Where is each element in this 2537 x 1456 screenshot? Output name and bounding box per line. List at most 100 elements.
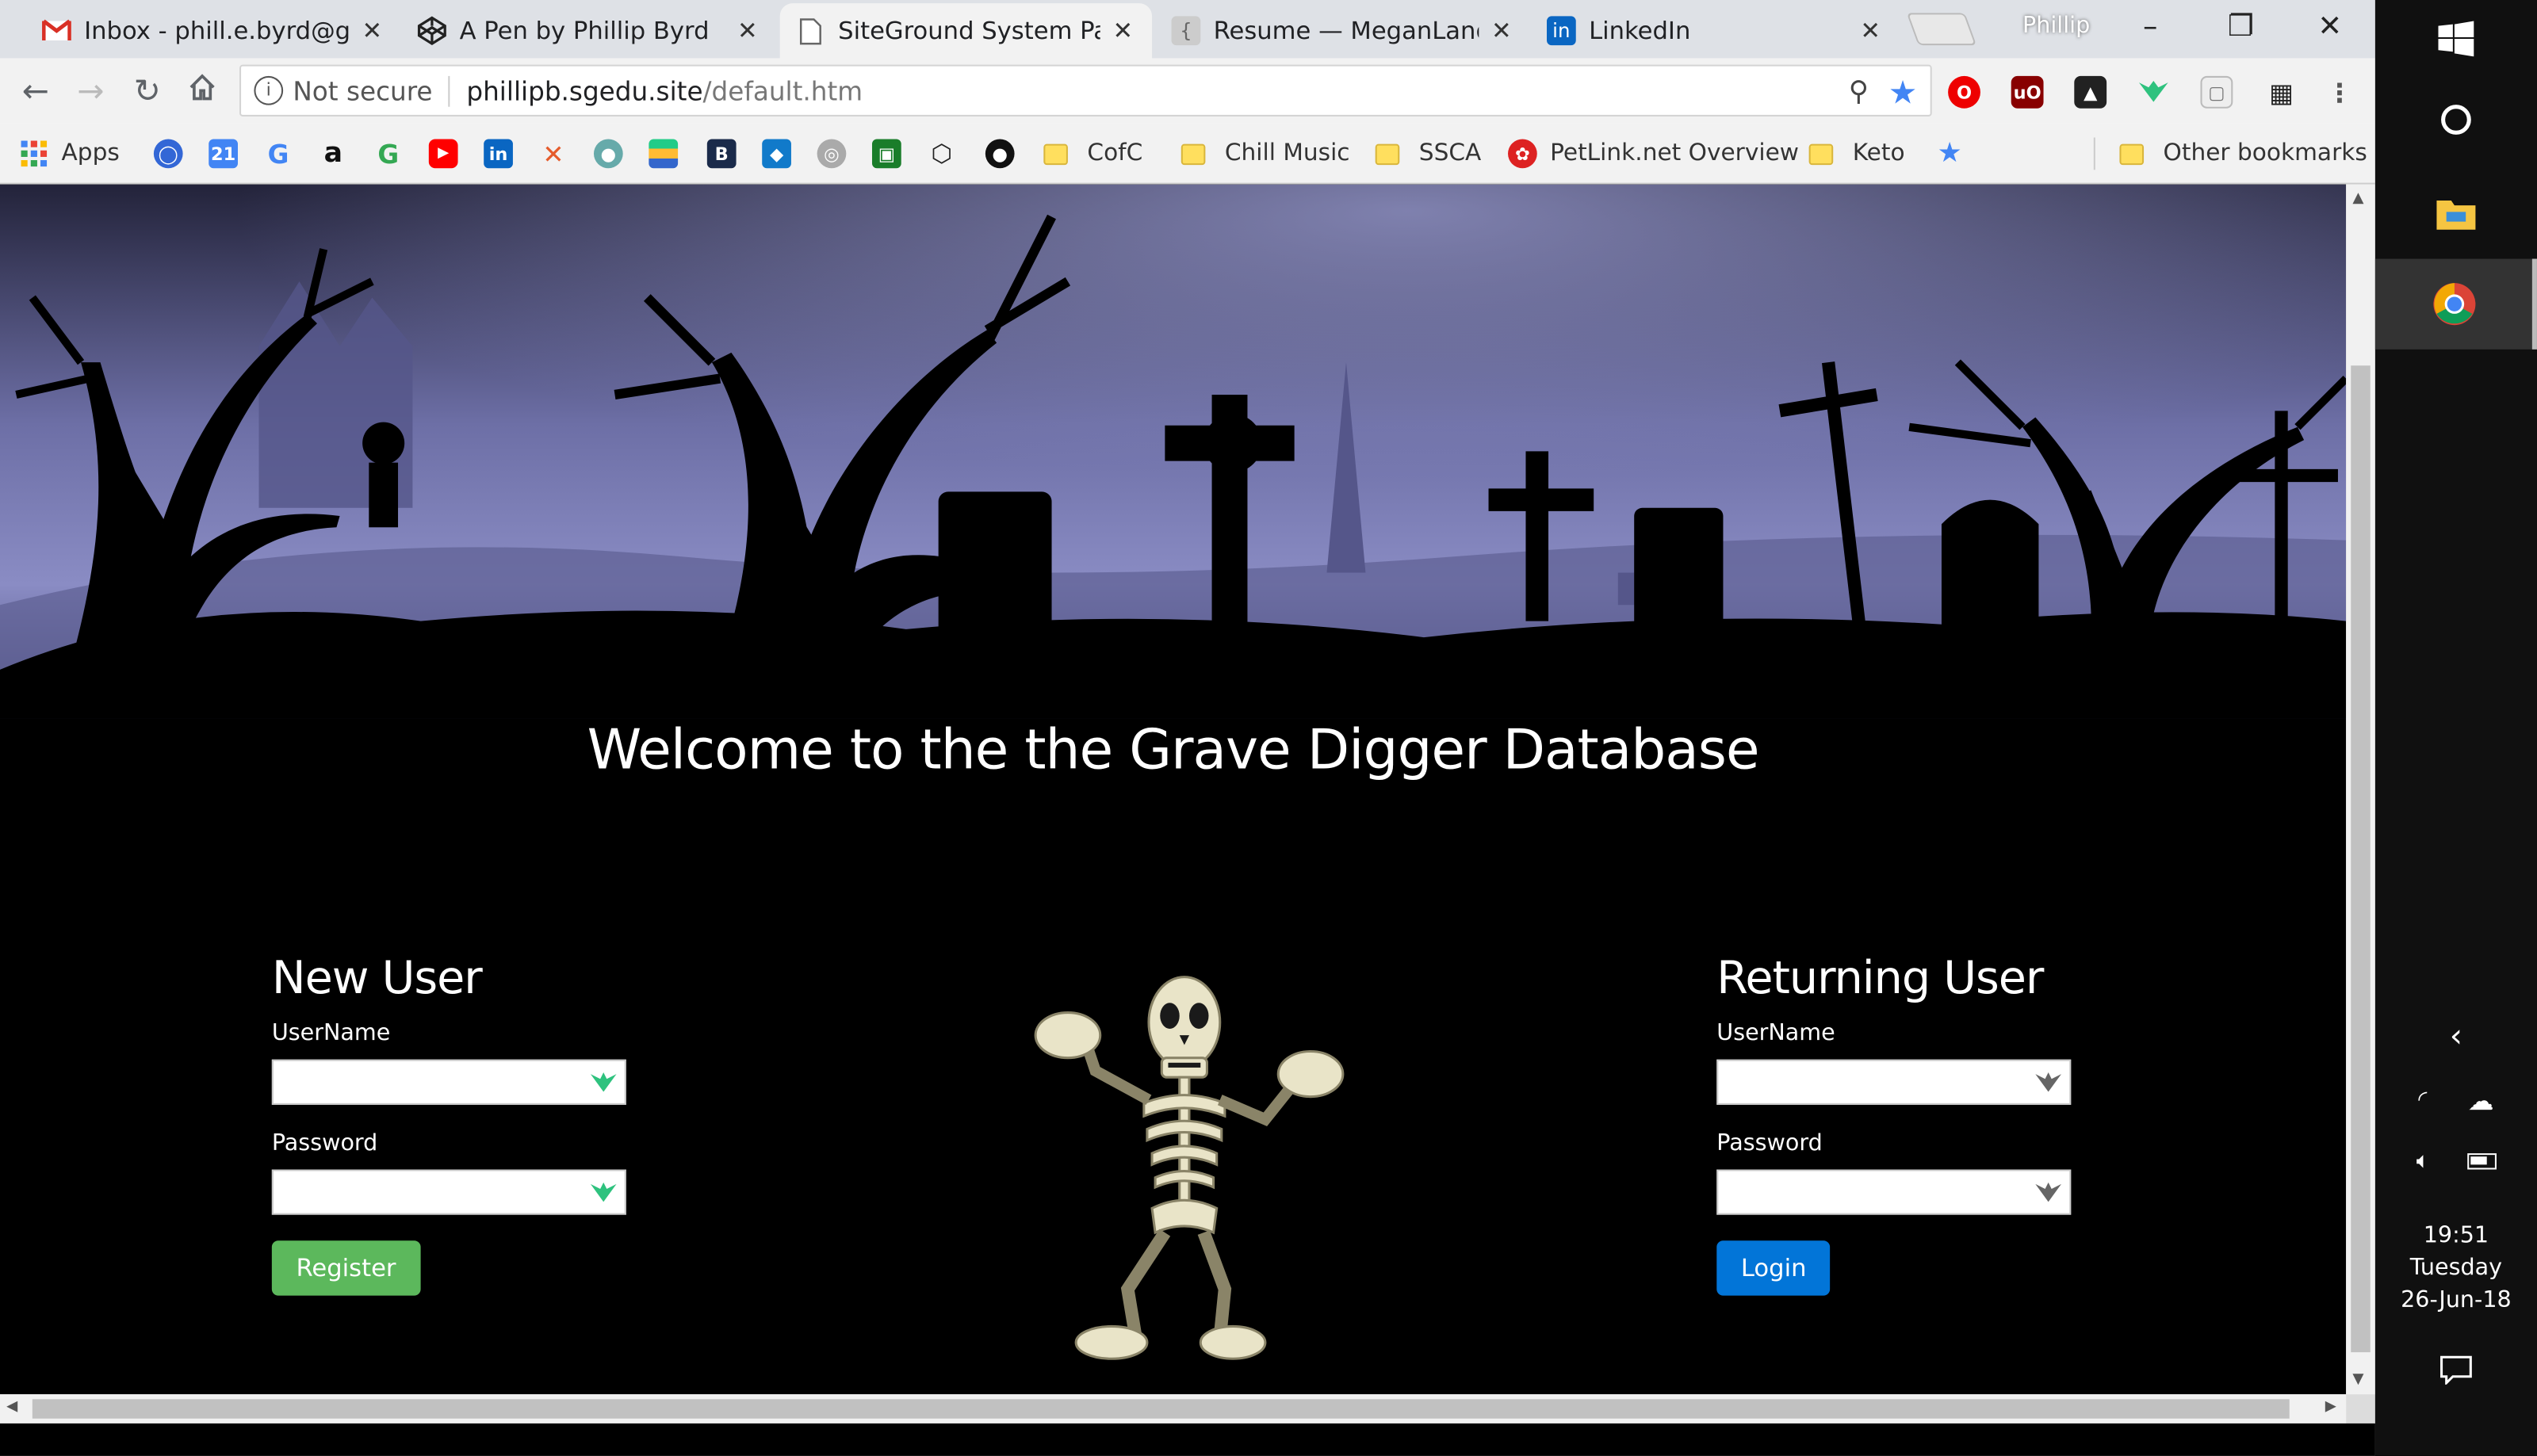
bookmark-folder-chill-music[interactable]: Chill Music [1180,139,1350,169]
clock-time[interactable]: 19:51 [2375,1220,2537,1252]
wifi-icon[interactable]: ◜ [2418,1087,2427,1113]
bookmark-b[interactable]: B [706,139,749,169]
scrollbar-thumb[interactable] [32,1399,2290,1419]
username-label: UserName [271,1020,391,1047]
password-manager-icon[interactable] [2035,1181,2061,1204]
linkedin-icon: in [484,139,513,169]
bookmark-label: CofC [1087,140,1143,167]
tab-title: Inbox - phill.e.byrd@gma [84,16,350,46]
menu-icon[interactable]: ⋮ [2324,76,2356,109]
register-username-field [271,1059,626,1105]
tab-title: SiteGround System Page [838,16,1100,46]
reload-icon[interactable]: ↻ [128,73,166,109]
new-tab-button[interactable] [1906,13,1977,46]
forward-icon[interactable]: → [71,73,110,109]
home-icon[interactable] [183,73,222,109]
grid-icon[interactable]: ▦ [2265,76,2298,109]
register-password-input[interactable] [271,1169,626,1215]
wings-icon[interactable] [2137,76,2170,109]
vertical-scrollbar[interactable]: ▲ ▼ [2346,184,2375,1395]
tab-codepen[interactable]: A Pen by Phillip Byrd ✕ [401,3,776,58]
bookmark-github[interactable]: ● [985,139,1027,169]
bookmark-google-1[interactable]: G [264,138,306,169]
bookmark-x[interactable]: ✕ [539,138,581,169]
close-icon[interactable]: ✕ [1858,16,1884,45]
extension-icon[interactable]: ▲ [2074,75,2107,109]
bookmark-other[interactable]: Other bookmarks [2119,139,2367,169]
bookmark-star[interactable]: ★ [1935,137,1977,170]
bookmark-folder-cofc[interactable]: CofC [1043,139,1142,169]
file-explorer-icon[interactable] [2375,178,2537,249]
scroll-up-icon[interactable]: ▲ [2352,191,2363,207]
bookmark-circle[interactable]: ◯ [153,139,196,169]
windows-start-icon[interactable] [2375,10,2537,67]
register-button[interactable]: Register [271,1240,421,1296]
address-bar[interactable]: i Not secure phillipb.sgedu.site /defaul… [239,64,1932,117]
close-icon[interactable]: ✕ [735,16,761,45]
restore-icon[interactable]: ❐ [2217,10,2265,45]
bookmark-amazon[interactable]: a [319,137,361,170]
clock-day[interactable]: Tuesday [2375,1252,2537,1285]
cortana-icon[interactable] [2375,90,2537,148]
scroll-right-icon[interactable]: ▶ [2325,1399,2336,1415]
bookmark-chase[interactable]: ◆ [762,139,804,169]
tab-linkedin[interactable]: in LinkedIn ✕ [1531,3,1900,58]
zoom-icon[interactable]: ⚲ [1849,76,1869,109]
battery-icon[interactable] [2466,1153,2497,1170]
bookmark-globe[interactable]: ● [593,139,636,169]
scrollbar-thumb[interactable] [2351,365,2371,1353]
chrome-taskbar-icon[interactable] [2374,258,2537,350]
bookmark-calendar[interactable]: 21 [209,139,251,169]
login-username-field [1716,1059,2072,1105]
bookmark-petlink[interactable]: ✿ PetLink.net Overview [1508,139,1799,169]
bookmark-terminal[interactable]: ▣ [871,139,914,169]
calendar-icon: 21 [209,139,238,169]
tab-resume[interactable]: { Resume — MeganLanda ✕ [1155,3,1530,58]
tab-siteground[interactable]: SiteGround System Page ✕ [779,3,1153,59]
pocket-icon[interactable]: ▢ [2200,75,2233,109]
window-user-badge[interactable]: Phillip [2022,13,2090,39]
login-password-input[interactable] [1716,1169,2072,1215]
password-manager-icon[interactable] [590,1181,617,1204]
bookmark-linkedin[interactable]: in [484,139,526,169]
circle-icon: ◯ [153,139,183,169]
register-username-input[interactable] [271,1059,626,1105]
bookmark-youtube[interactable]: ▶ [428,139,471,169]
opera-icon[interactable]: O [1948,75,1980,109]
tab-title: Resume — MeganLanda [1213,16,1479,46]
ublock-icon[interactable]: uO [2011,75,2044,109]
bookmark-stack[interactable] [649,139,691,169]
scroll-left-icon[interactable]: ◀ [6,1399,17,1415]
close-window-icon[interactable]: ✕ [2305,10,2354,45]
tray-row-1: ◜ ☁ [2375,1080,2537,1119]
minimize-icon[interactable]: – [2126,10,2175,45]
star-icon[interactable]: ★ [1888,73,1918,112]
login-button[interactable]: Login [1716,1240,1831,1296]
clock-date[interactable]: 26-Jun-18 [2375,1284,2537,1317]
cloud-upload-icon[interactable]: ☁ [2468,1084,2494,1115]
bookmark-codepen[interactable]: ⬡ [927,139,969,169]
close-icon[interactable]: ✕ [359,16,385,45]
password-manager-icon[interactable] [590,1071,617,1094]
terminal-icon: ▣ [871,139,901,169]
volume-icon[interactable]: 🔈︎ [2416,1148,2430,1175]
tab-strip: Inbox - phill.e.byrd@gma ✕ A Pen by Phil… [0,0,2375,59]
bookmark-google-2[interactable]: G [373,138,415,169]
bookmark-label: Other bookmarks [2163,140,2367,167]
action-center-icon[interactable] [2375,1349,2537,1391]
horizontal-scrollbar[interactable]: ◀ ▶ [0,1394,2347,1424]
scroll-down-icon[interactable]: ▼ [2352,1372,2363,1388]
tab-gmail[interactable]: Inbox - phill.e.byrd@gma ✕ [26,3,401,58]
back-icon[interactable]: ← [16,73,55,109]
info-icon[interactable]: i [254,75,284,105]
bookmark-apps[interactable]: Apps [19,139,120,169]
chevron-left-icon[interactable]: ‹ [2375,1016,2537,1055]
folder-icon [1180,143,1206,165]
bookmark-folder-keto[interactable]: Keto [1808,139,1905,169]
password-manager-icon[interactable] [2035,1071,2061,1094]
close-icon[interactable]: ✕ [1489,16,1515,45]
bookmark-seal[interactable]: ◎ [817,139,859,169]
close-icon[interactable]: ✕ [1110,16,1136,45]
login-username-input[interactable] [1716,1059,2072,1105]
bookmark-folder-ssca[interactable]: SSCA [1375,139,1481,169]
